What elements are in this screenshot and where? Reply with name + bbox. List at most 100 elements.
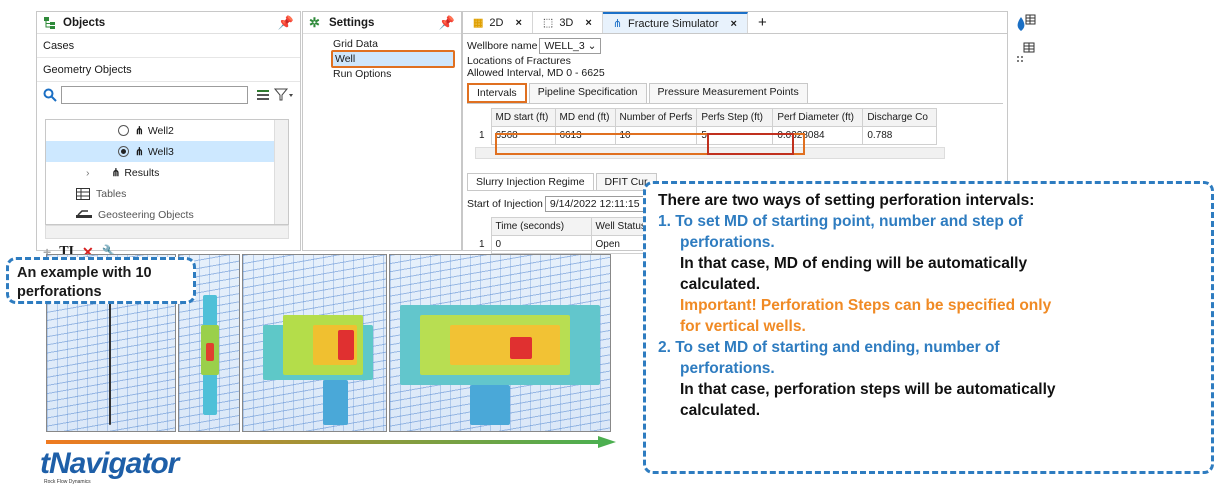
example-text-1: An example with 10 <box>17 265 152 281</box>
col-md-end[interactable]: MD end (ft) <box>554 108 616 127</box>
settings-item-run-options[interactable]: Run Options <box>303 68 461 80</box>
row-number: 1 <box>479 130 485 141</box>
gear-icon: ✲ <box>309 14 320 30</box>
2d-view-icon: ▦ <box>473 17 484 29</box>
objects-search-row <box>37 82 300 108</box>
tree-item-tables[interactable]: Tables <box>46 183 288 204</box>
subtab-pressure[interactable]: Pressure Measurement Points <box>648 83 808 103</box>
settings-header: ✲ Settings 📌 <box>303 12 461 34</box>
col-num-perfs[interactable]: Number of Perfs <box>614 108 698 127</box>
method2-line2: perforations. <box>680 360 775 377</box>
row-number: 1 <box>479 239 485 250</box>
instructions-callout: There are two ways of setting perforatio… <box>643 181 1214 474</box>
tab-3d-label: 3D <box>559 16 574 29</box>
pin-icon[interactable]: 📌 <box>439 15 455 31</box>
settings-title: Settings <box>329 16 375 29</box>
settings-item-grid-data[interactable]: Grid Data <box>303 38 461 50</box>
intervals-table: MD start (ft) MD end (ft) Number of Perf… <box>475 108 938 145</box>
tab-3d[interactable]: ⬚ 3D × <box>533 12 603 33</box>
cell-num-perfs[interactable]: 10 <box>614 126 698 145</box>
list-filter-icon[interactable] <box>256 88 270 102</box>
wellbore-value: WELL_3 <box>544 40 585 52</box>
close-icon[interactable]: × <box>515 17 521 29</box>
method1-line2: perforations. <box>680 234 775 251</box>
tab-fracture-label: Fracture Simulator <box>628 17 719 30</box>
method1-line4: calculated. <box>680 276 761 293</box>
subtab-pipeline[interactable]: Pipeline Specification <box>528 83 647 103</box>
example-text-2: perforations <box>17 284 102 300</box>
row-header-cell <box>475 108 491 127</box>
method2-line1: 2. To set MD of starting and ending, num… <box>658 339 1000 356</box>
chevron-down-icon: ⌄ <box>587 40 597 52</box>
tree-label-geosteering: Geosteering Objects <box>98 208 194 221</box>
grid-table-icon[interactable] <box>1013 41 1037 65</box>
close-icon[interactable]: × <box>585 17 591 29</box>
cell-perf-diameter[interactable]: 0.0328084 <box>772 126 864 145</box>
3d-cube-icon: ⬚ <box>542 17 554 29</box>
view-tabs: ▦ 2D × ⬚ 3D × ⋔ Fracture Simulator × + <box>463 12 1007 34</box>
method2-line3: In that case, perforation steps will be … <box>680 381 1056 398</box>
tree-item-geosteering[interactable]: Geosteering Objects <box>46 204 288 224</box>
allowed-interval: Allowed Interval, MD 0 - 6625 <box>467 67 605 79</box>
tree-label-well3: Well3 <box>147 145 174 158</box>
wellbore-label: Wellbore name <box>467 40 538 52</box>
right-toolbar <box>1010 11 1040 91</box>
method2-line4: calculated. <box>680 402 761 419</box>
objects-tree-icon <box>44 16 55 29</box>
col-md-start[interactable]: MD start (ft) <box>490 108 556 127</box>
subtab-slurry[interactable]: Slurry Injection Regime <box>467 173 594 190</box>
interval-subtabs: Intervals Pipeline Specification Pressur… <box>467 83 1003 104</box>
fracture-image-4 <box>389 254 611 432</box>
objects-panel: Objects 📌 Cases Geometry Objects ⋔ Well2… <box>36 11 301 260</box>
locations-label: Locations of Fractures <box>467 55 571 67</box>
method1-important2: for vertical wells. <box>680 318 806 335</box>
instructions-title: There are two ways of setting perforatio… <box>658 192 1035 209</box>
settings-item-well[interactable]: Well <box>331 50 455 68</box>
table-horizontal-scrollbar[interactable] <box>475 147 945 159</box>
table-row[interactable]: 1 0 Open <box>475 235 672 254</box>
well-icon: ⋔ <box>135 145 144 158</box>
objects-row-geometry[interactable]: Geometry Objects <box>37 58 300 82</box>
close-icon[interactable]: × <box>731 18 737 30</box>
col-time[interactable]: Time (seconds) <box>490 217 592 236</box>
tree-label-tables: Tables <box>96 187 127 200</box>
objects-header: Objects 📌 <box>37 12 300 34</box>
results-icon: ⋔ <box>111 166 121 179</box>
add-tab-button[interactable]: + <box>748 12 777 33</box>
cell-discharge[interactable]: 0.788 <box>862 126 938 145</box>
cell-md-start[interactable]: 6568 <box>490 126 556 145</box>
pin-icon[interactable]: 📌 <box>278 15 294 31</box>
tree-vertical-scrollbar[interactable] <box>274 120 288 224</box>
radio-well2[interactable] <box>118 125 129 136</box>
wellbore-select[interactable]: WELL_3 ⌄ <box>539 38 602 54</box>
radio-well3[interactable] <box>118 146 129 157</box>
tree-item-results[interactable]: › ⋔ Results <box>46 162 288 183</box>
tree-horizontal-scrollbar[interactable] <box>45 225 289 239</box>
tree-item-well3[interactable]: ⋔ Well3 <box>46 141 288 162</box>
subtab-intervals[interactable]: Intervals <box>467 83 527 103</box>
col-perf-diameter[interactable]: Perf Diameter (ft) <box>772 108 864 127</box>
filter-dropdown-icon[interactable] <box>274 88 294 102</box>
objects-row-cases[interactable]: Cases <box>37 34 300 58</box>
method1-important1: Important! Perforation Steps can be spec… <box>680 297 1052 314</box>
tree-label-well2: Well2 <box>147 124 174 137</box>
search-input[interactable] <box>61 86 248 104</box>
chevron-right-icon[interactable]: › <box>86 167 90 179</box>
tab-fracture-simulator[interactable]: ⋔ Fracture Simulator × <box>602 12 748 33</box>
tab-2d[interactable]: ▦ 2D × <box>463 12 533 33</box>
search-icon[interactable] <box>43 88 57 102</box>
col-discharge[interactable]: Discharge Co <box>862 108 938 127</box>
cell-time[interactable]: 0 <box>490 235 592 254</box>
cell-md-end[interactable]: 6613 <box>554 126 616 145</box>
well-icon: ⋔ <box>135 124 144 137</box>
tree-item-well2[interactable]: ⋔ Well2 <box>46 120 288 141</box>
cell-perfs-step[interactable]: 5 <box>696 126 774 145</box>
geosteering-icon <box>76 209 92 218</box>
start-injection-input[interactable]: 9/14/2022 12:11:15 Pl <box>544 196 657 212</box>
settings-panel: ✲ Settings 📌 Grid Data Well Run Options <box>302 11 462 251</box>
tnavigator-logo: tNavigator Rock Flow Dynamics <box>40 449 200 489</box>
col-perfs-step[interactable]: Perfs Step (ft) <box>696 108 774 127</box>
table-row[interactable]: 1 6568 6613 10 5 0.0328084 0.788 <box>475 126 938 145</box>
method1-line1: 1. To set MD of starting point, number a… <box>658 213 1023 230</box>
well-data-icon[interactable] <box>1013 13 1037 37</box>
